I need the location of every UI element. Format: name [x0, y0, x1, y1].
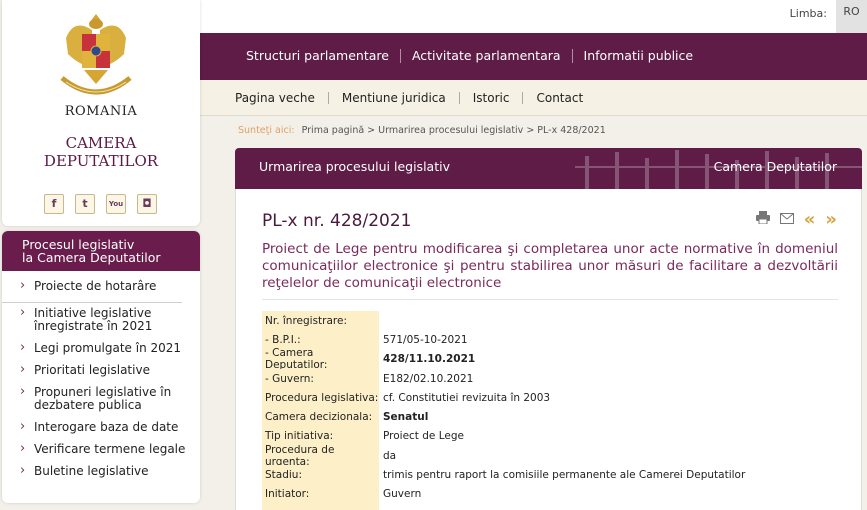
info-row: Camera decizionala: Senatul [262, 407, 838, 427]
sidebar-item-legi-promulgate[interactable]: Legi promulgate în 2021 [2, 338, 200, 360]
document-info-table: Nr. înregistrare: - B.P.I.: 571/05-10-202… [262, 311, 838, 510]
page-title: PL-x nr. 428/2021 [262, 211, 412, 231]
instagram-icon[interactable]: ◘ [137, 194, 157, 214]
breadcrumb-path[interactable]: Prima pagină > Urmarirea procesului legi… [302, 125, 606, 136]
document-description: Proiect de Lege pentru modificarea şi co… [262, 241, 838, 291]
sidebar-item-buletine-legislative[interactable]: Buletine legislative [2, 461, 200, 483]
sidebar-item-interogare-baza-de-date[interactable]: Interogare baza de date [2, 417, 200, 439]
sidebar-menu: Procesul legislativ la Camera Deputatilo… [2, 231, 200, 503]
main-content: PL-x nr. 428/2021 « » Proiect de Lege pe… [235, 189, 862, 510]
info-key: Procedura legislativa: [262, 388, 379, 408]
info-value[interactable]: 428/11.10.2021 [379, 353, 475, 365]
sidebar-item-verificare-termene[interactable]: Verificare termene legale [2, 439, 200, 461]
info-row: Procedura de urgenta: da [262, 444, 838, 468]
breadcrumb-label: Sunteţi aici: [238, 125, 295, 136]
logo-institution-line1: CAMERA [65, 134, 137, 152]
info-row: Initiator: Guvern [262, 484, 838, 504]
secondary-navigation: Pagina veche Mentiune juridica Istoric C… [200, 80, 867, 116]
left-column: ROMANIA CAMERA DEPUTATILOR f t You ◘ Pro… [2, 0, 200, 510]
info-row: - Camera Deputatilor: 428/11.10.2021 [262, 347, 838, 371]
top-strip: Limba: RO [200, 0, 867, 33]
document-tools: « » [755, 209, 837, 230]
info-key: - Guvern: [262, 368, 379, 389]
email-icon[interactable] [779, 212, 794, 228]
section-title: Urmarirea procesului legislativ [259, 159, 450, 174]
info-key: Stadiu: [262, 465, 379, 485]
next-icon[interactable]: » [825, 209, 837, 230]
breadcrumb: Sunteţi aici: Prima pagină > Urmarirea p… [238, 125, 606, 136]
info-key: Nr. înregistrare: [262, 311, 379, 331]
subnav-contact[interactable]: Contact [536, 91, 583, 105]
subnav-mentiune-juridica[interactable]: Mentiune juridica [342, 91, 446, 105]
subnav-divider [458, 92, 460, 104]
nav-divider [571, 48, 573, 63]
sidebar-title: Procesul legislativ la Camera Deputatilo… [2, 231, 200, 271]
subnav-divider [522, 92, 524, 104]
page: Limba: RO Structuri parlamentare Activit… [0, 0, 867, 510]
section-chamber: Camera Deputatilor [713, 159, 837, 174]
info-value: da [383, 449, 397, 462]
info-row: - Guvern: E182/02.10.2021 [262, 368, 838, 389]
nav-informatii-publice[interactable]: Informatii publice [584, 48, 694, 63]
sidebar-item-propuneri-legislative[interactable]: Propuneri legislative în dezbatere publi… [2, 382, 200, 417]
logo-country: ROMANIA [64, 104, 138, 119]
previous-icon[interactable]: « [804, 209, 816, 230]
info-value: trimis pentru raport la comisiile perman… [383, 469, 746, 482]
facebook-icon[interactable]: f [44, 194, 64, 214]
youtube-icon[interactable]: You [106, 194, 126, 214]
language-selector[interactable]: RO [836, 0, 867, 33]
coat-of-arms-icon [60, 14, 132, 95]
logo-institution-line2: DEPUTATILOR [43, 152, 159, 170]
info-row: Procedura legislativa: cf. Constitutiei r… [262, 388, 838, 408]
info-key [262, 503, 379, 510]
info-key: Procedura de urgenta: [262, 444, 379, 468]
logo-box[interactable]: ROMANIA CAMERA DEPUTATILOR f t You ◘ [2, 0, 200, 226]
sidebar-title-line2: la Camera Deputatilor [22, 250, 161, 265]
info-key: Initiator: [262, 484, 379, 504]
info-row [262, 503, 838, 510]
twitter-icon[interactable]: t [75, 194, 95, 214]
subnav-pagina-veche[interactable]: Pagina veche [235, 91, 315, 105]
info-value: 571/05-10-2021 [383, 333, 468, 346]
subnav-istoric[interactable]: Istoric [473, 91, 510, 105]
nav-structuri-parlamentare[interactable]: Structuri parlamentare [246, 48, 389, 63]
info-row: Nr. înregistrare: [262, 311, 838, 331]
info-value: Guvern [383, 488, 422, 501]
info-key: - Camera Deputatilor: [262, 347, 379, 371]
print-icon[interactable] [755, 211, 770, 228]
subnav-divider [327, 92, 329, 104]
nav-activitate-parlamentara[interactable]: Activitate parlamentara [412, 48, 561, 63]
nav-divider [399, 48, 401, 63]
info-value: Proiect de Lege [383, 430, 464, 443]
info-row: Stadiu: trimis pentru raport la comisiile… [262, 465, 838, 485]
sidebar-item-proiecte-de-hotarare[interactable]: Proiecte de hotarâre [2, 276, 182, 303]
info-value: cf. Constitutiei revizuita în 2003 [383, 391, 551, 404]
sidebar-list: Proiecte de hotarâre Initiative legislat… [2, 271, 200, 483]
language-label: Limba: [789, 7, 827, 20]
social-links: f t You ◘ [44, 194, 157, 214]
info-value: Senatul [383, 411, 429, 424]
info-key: Camera decizionala: [262, 407, 379, 427]
sidebar-item-prioritati-legislative[interactable]: Prioritati legislative [2, 360, 200, 382]
main-navigation: Structuri parlamentare Activitate parlam… [200, 33, 867, 80]
info-value: E182/02.10.2021 [383, 372, 474, 385]
section-header: Urmarirea procesului legislativ Camera D… [235, 148, 862, 189]
logo-institution: CAMERA DEPUTATILOR [2, 134, 200, 170]
divider [262, 299, 838, 300]
sidebar-item-initiative-legislative[interactable]: Initiative legislative înregistrate în 2… [2, 303, 200, 338]
